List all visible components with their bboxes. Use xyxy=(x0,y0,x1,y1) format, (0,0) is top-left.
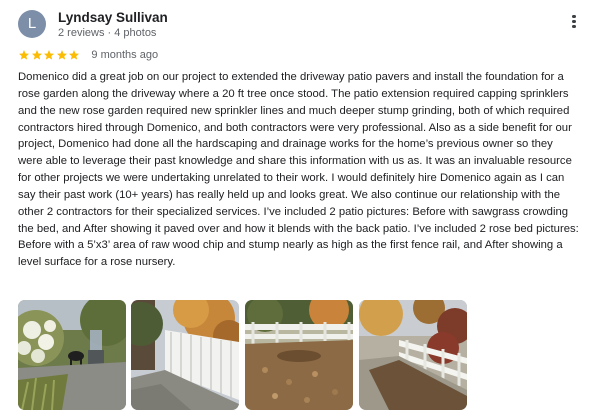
rating-row: 9 months ago xyxy=(18,46,159,61)
more-vert-icon[interactable] xyxy=(565,13,583,33)
star-icon xyxy=(19,49,29,60)
patio-after-photo[interactable] xyxy=(131,300,239,410)
review-header: L Lyndsay Sullivan 2 reviews · 4 photos xyxy=(18,9,583,43)
reviewer-name[interactable]: Lyndsay Sullivan xyxy=(58,10,168,25)
rose-bed-after-photo[interactable] xyxy=(359,300,467,410)
star-rating xyxy=(18,46,81,64)
avatar[interactable]: L xyxy=(18,10,46,38)
star-icon xyxy=(69,49,80,60)
star-icon xyxy=(31,49,42,60)
star-icon xyxy=(56,49,67,60)
patio-before-photo[interactable] xyxy=(18,300,126,410)
reviewer-meta: 2 reviews · 4 photos xyxy=(58,27,157,39)
review-time: 9 months ago xyxy=(91,49,159,61)
rose-bed-before-photo[interactable] xyxy=(245,300,353,410)
star-icon xyxy=(44,49,55,60)
review-text: Domenico did a great job on our project … xyxy=(18,71,579,269)
